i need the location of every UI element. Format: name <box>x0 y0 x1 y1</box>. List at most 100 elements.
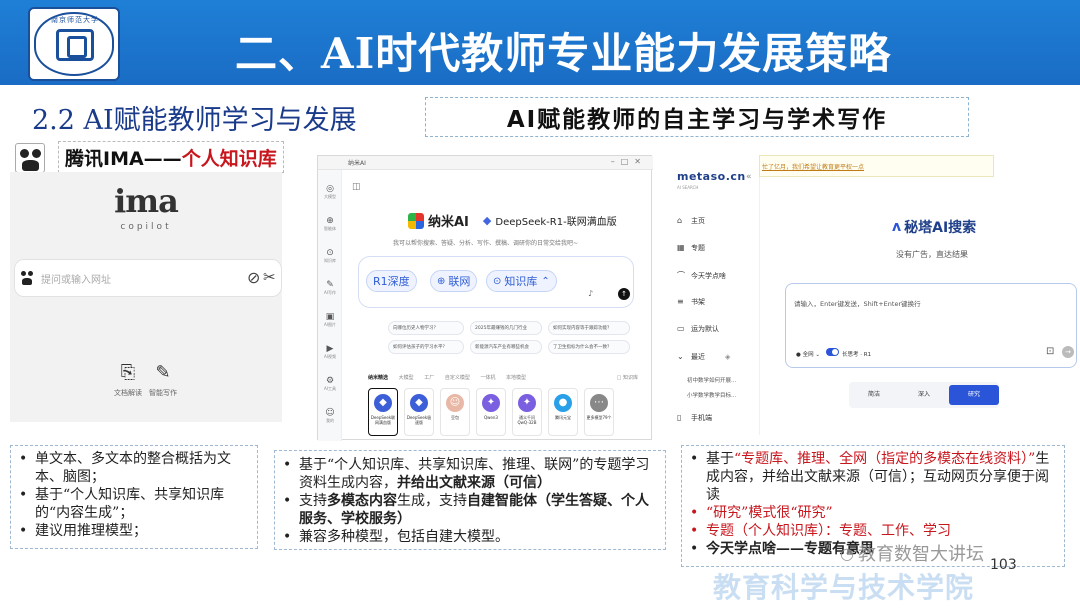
tab-custom[interactable]: 自定义模型 <box>445 375 470 381</box>
camera-icon[interactable]: ⊡ <box>1046 346 1054 357</box>
nav-learn[interactable]: ⌒ 今天学点啥 <box>677 270 726 281</box>
metaso-scope-select[interactable]: ● 全网 ⌄ <box>796 350 820 358</box>
ima-tool-label: 文档解读 <box>114 389 142 397</box>
rail-item-write[interactable]: ✎ AI写作 <box>318 280 342 296</box>
scissors-icon[interactable]: ✂ <box>263 268 276 286</box>
model-card[interactable]: ● 腾讯元宝 <box>548 388 578 436</box>
metaso-screenshot: metaso.cn AI SEARCH « ⌂ 主页 ▦ 专题 ⌒ 今天学点啥 ≡ 书架… <box>672 155 1080 435</box>
ima-caption-sub: 个人知识库 <box>181 147 277 170</box>
chip-web[interactable]: ⊕ 联网 <box>430 270 478 292</box>
mode-deep[interactable]: 深入 <box>899 385 949 405</box>
tab-llm[interactable]: 大模型 <box>399 375 414 381</box>
more-models-icon: ⋯ <box>590 394 608 412</box>
deepseek-icon: ◆ <box>374 394 392 412</box>
bullet: 专题（个人知识库）：专题、工作、学习 <box>686 522 1060 540</box>
rail-item-tools[interactable]: ⚙ AI工具 <box>318 376 342 392</box>
logo-text: 南京师范大学 <box>51 16 99 24</box>
long-think-toggle[interactable] <box>826 348 839 356</box>
kb-icon: ⊙ <box>493 275 502 287</box>
ima-caption: 腾讯IMA—— 个人知识库 <box>58 141 284 173</box>
collapse-icon[interactable]: « <box>746 172 752 182</box>
mic-icon[interactable]: ♪ <box>588 289 593 298</box>
globe-icon: ⊕ <box>437 275 446 287</box>
bullet: “研究”模式很“研究” <box>686 504 1060 522</box>
recent-item[interactable]: 初中数学如何开展... <box>687 376 736 384</box>
tab-featured[interactable]: 纳米精选 <box>368 375 388 381</box>
topic-box: AI赋能教师的自主学习与学术写作 <box>425 97 969 137</box>
doubao-icon: ☺ <box>446 394 464 412</box>
nav-home[interactable]: ⌂ 主页 <box>677 216 705 226</box>
metaso-tagline: 没有广告，直达结果 <box>896 250 968 259</box>
suggestion[interactable]: 如何实现内容等于跟踪功能？ <box>548 321 630 335</box>
ima-search-placeholder: 提问或输入网址 <box>41 275 111 286</box>
send-icon[interactable]: ↑ <box>618 288 630 300</box>
attach-icon[interactable]: ⊘ <box>247 268 260 287</box>
ima-tool-write[interactable]: ✎ 智能写作 <box>143 362 183 398</box>
nami-logo-icon <box>408 212 424 229</box>
tab-allinone[interactable]: 一体机 <box>480 375 495 381</box>
slide-title: 二、AI时代教师专业能力发展策略 <box>235 29 892 78</box>
ima-tool-doc[interactable]: ⎘ 文档解读 <box>108 362 148 398</box>
chip-kb[interactable]: ⊙ 知识库 ⌃ <box>486 270 557 292</box>
deepseek-whale-icon: ◆ <box>482 214 492 227</box>
model-card[interactable]: ✦ 通义千问QwQ-32B <box>512 388 542 436</box>
ima-search-input[interactable]: 提问或输入网址 ⊘ ✂ <box>14 259 282 297</box>
rail-item-image[interactable]: ▣ AI图片 <box>318 312 342 328</box>
metaso-logo[interactable]: metaso.cn <box>677 170 746 183</box>
model-card[interactable]: ✦ Qwen3 <box>476 388 506 436</box>
book-icon: ≡ <box>677 297 684 306</box>
suggestion[interactable]: 了卫生指标为什么会不一致？ <box>548 340 630 354</box>
send-icon[interactable]: → <box>1062 346 1074 358</box>
nav-mobile[interactable]: ▯ 手机端 <box>677 413 712 423</box>
metaso-brand: ʌ 秘塔AI搜索 <box>892 217 976 237</box>
suggestion[interactable]: 2025年最赚钱的几门行业 <box>470 321 542 335</box>
nav-default[interactable]: ▭ 运为默认 <box>677 324 719 334</box>
panda-icon <box>15 143 45 173</box>
chip-r1-deep[interactable]: R1深度 <box>366 270 417 292</box>
nami-screenshot: 纳米AI –□✕ ◎ 大模型 ⊕ 智能体 ⊙ 知识库 ✎ AI写作 ▣ AI图片 ▶ AI视… <box>317 155 653 441</box>
wechat-icon: ◔ <box>840 543 854 563</box>
bullet: 单文本、多文本的整合概括为文本、脑图； <box>15 450 253 486</box>
watermark-text: 教育数智大讲坛 <box>857 544 984 565</box>
tab-local[interactable]: 本地模型 <box>506 375 526 381</box>
mode-research[interactable]: 研究 <box>949 385 999 405</box>
tab-factory[interactable]: 工厂 <box>424 375 434 381</box>
nav-recent[interactable]: ⌄ 最近 ◈ <box>677 352 730 362</box>
cap-icon: ⌒ <box>677 271 685 280</box>
tab-kb-right[interactable]: □ 知识库 <box>617 374 638 381</box>
nav-shelf[interactable]: ≡ 书架 <box>677 297 705 307</box>
browser-icon: ▭ <box>677 324 685 333</box>
sidebar-toggle-icon[interactable]: ◫ <box>352 182 361 192</box>
suggestion[interactable]: 新能源汽车产业有哪些机会 <box>470 340 542 354</box>
metaso-search-input[interactable]: 请输入，Enter键发送，Shift+Enter键换行 ● 全网 ⌄ 长思考 ·… <box>785 283 1077 368</box>
phone-icon: ▯ <box>677 413 682 422</box>
qwen-icon: ✦ <box>482 394 500 412</box>
bot-icon: ⊕ <box>326 216 334 226</box>
rail-item-model[interactable]: ◎ 大模型 <box>318 184 342 200</box>
mode-concise[interactable]: 简洁 <box>849 385 899 405</box>
header-band: 南京师范大学 二、AI时代教师专业能力发展策略 <box>0 0 1080 85</box>
cube-icon: ◎ <box>326 184 334 194</box>
ima-tagline: copilot <box>120 222 172 232</box>
rail-item-video[interactable]: ▶ AI视频 <box>318 344 342 360</box>
nami-model-name[interactable]: DeepSeek-R1-联网满血版 <box>495 213 616 228</box>
document-icon: ⎘ <box>120 362 136 383</box>
model-card[interactable]: ◆ DeepSeek联网满血版 <box>368 388 398 436</box>
nav-topics[interactable]: ▦ 专题 <box>677 243 705 253</box>
nami-tagline: 我可以帮你搜索、答疑、分析、写作、撰稿、调研你的日常交给我吧~ <box>392 240 579 247</box>
model-card[interactable]: ◆ DeepSeek极速版 <box>404 388 434 436</box>
rail-item-agent[interactable]: ⊕ 智能体 <box>318 216 342 232</box>
model-card[interactable]: ⋯ 更多模型79个 <box>584 388 614 436</box>
layers-icon: ◈ <box>725 353 731 361</box>
qwq-icon: ✦ <box>518 394 536 412</box>
model-card[interactable]: ☺ 豆包 <box>440 388 470 436</box>
suggestion[interactable]: 向哪位历史人物学习？ <box>388 321 464 335</box>
topic-text: AI赋能教师的自主学习与学术写作 <box>506 107 888 133</box>
rail-item-me[interactable]: ☺ 我的 <box>318 408 342 424</box>
rail-item-kb[interactable]: ⊙ 知识库 <box>318 248 342 264</box>
suggestion[interactable]: 如何评估孩子的学习水平？ <box>388 340 464 354</box>
recent-item[interactable]: 小学数学教学目标... <box>687 391 736 399</box>
window-controls-icon[interactable]: –□✕ <box>611 157 647 166</box>
metaso-banner-text[interactable]: 忙了亿月，我们希望让教育更平权一点 <box>762 162 864 171</box>
image-icon: ▣ <box>325 312 335 322</box>
